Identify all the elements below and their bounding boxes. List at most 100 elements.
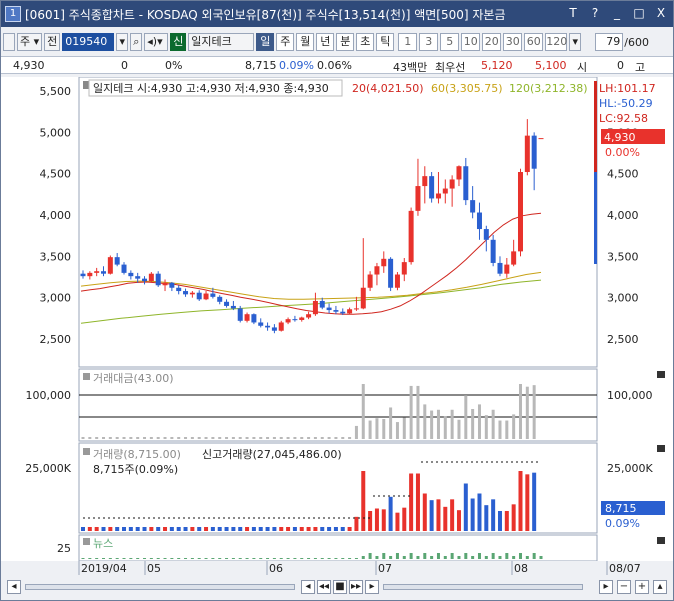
news-bar xyxy=(409,553,413,559)
chart-svg[interactable]: 5,500 5,000 4,500 4,000 3,500 3,000 2,500 5,00… xyxy=(1,76,673,577)
volume-panel-icon[interactable] xyxy=(83,448,90,455)
amount-bar xyxy=(163,437,167,439)
zoom-track[interactable] xyxy=(383,584,583,590)
minimize-icon[interactable]: _ xyxy=(609,5,625,21)
period-month[interactable]: 월 xyxy=(296,33,315,51)
scroll-start-icon[interactable]: ◂ xyxy=(301,580,315,594)
amount-panel-close-icon[interactable] xyxy=(657,371,665,378)
credit-badge: 신 xyxy=(170,33,187,51)
zoom-in-icon[interactable]: + xyxy=(635,580,649,594)
amount-bar xyxy=(354,425,358,439)
close-icon[interactable]: X xyxy=(653,5,669,21)
news-bar xyxy=(354,558,358,559)
volume-bar xyxy=(135,527,140,531)
help-icon[interactable]: ? xyxy=(587,5,603,21)
scroll-track[interactable] xyxy=(25,584,295,590)
news-bar xyxy=(484,556,488,559)
sound-icon[interactable]: ◂)▾ xyxy=(144,33,169,51)
news-panel-close-icon[interactable] xyxy=(657,537,665,544)
open-value: 0 xyxy=(617,59,624,72)
volume-bar xyxy=(238,527,243,531)
scroll-right-icon[interactable]: ▸ xyxy=(599,580,613,594)
current-price-pct: 0.00% xyxy=(605,146,640,159)
candle-body xyxy=(456,166,462,180)
trade-amount: 43백만 xyxy=(393,61,428,74)
minute-30[interactable]: 30 xyxy=(503,33,523,51)
count-input[interactable]: 79 xyxy=(595,33,624,51)
news-bar xyxy=(532,553,536,559)
text-tool-icon[interactable]: T xyxy=(565,5,581,21)
news-bar xyxy=(402,556,406,559)
candle-body xyxy=(312,300,318,315)
volume-bar xyxy=(204,527,209,531)
minute-20[interactable]: 20 xyxy=(482,33,502,51)
candle-body xyxy=(121,264,127,273)
news-bar xyxy=(115,558,119,559)
amount-bar xyxy=(211,437,215,439)
period-second[interactable]: 초 xyxy=(356,33,375,51)
period-year[interactable]: 년 xyxy=(316,33,335,51)
news-bar xyxy=(197,558,201,559)
amount-bar xyxy=(204,437,208,439)
period-minute[interactable]: 분 xyxy=(336,33,355,51)
candle-body xyxy=(285,319,291,323)
volume-bar xyxy=(436,499,441,531)
period-week[interactable]: 주 xyxy=(276,33,295,51)
candle-body xyxy=(306,314,312,318)
amount-bar xyxy=(416,385,420,439)
minute-5[interactable]: 5 xyxy=(440,33,460,51)
amount-panel-icon[interactable] xyxy=(83,373,90,380)
amount-bar xyxy=(457,419,461,439)
volume-bar xyxy=(409,473,414,531)
hl-bar xyxy=(594,172,597,264)
search-icon[interactable]: ⌕ xyxy=(130,33,143,51)
minute-60[interactable]: 60 xyxy=(524,33,544,51)
volume-panel-close-icon[interactable] xyxy=(657,445,665,452)
volume-bar xyxy=(169,527,174,531)
news-bar xyxy=(122,558,126,559)
volume-bar xyxy=(320,527,325,531)
mode-select[interactable]: 주 ▾ xyxy=(17,33,43,51)
candle-body xyxy=(265,325,271,328)
scroll-left-icon[interactable]: ◂ xyxy=(7,580,21,594)
amount-bar xyxy=(327,437,331,439)
chart-window: 1 [0601] 주식종합차트 - KOSDAQ 외국인보유[87(천)] 주식… xyxy=(0,0,674,601)
volume-bar xyxy=(340,527,345,531)
scroll-prev-icon[interactable]: ◂◂ xyxy=(317,580,331,594)
stock-code-input[interactable]: 019540 xyxy=(62,33,115,51)
chart-area[interactable]: 5,500 5,000 4,500 4,000 3,500 3,000 2,500 5,00… xyxy=(1,76,673,577)
stop-icon[interactable]: ■ xyxy=(333,580,347,594)
dropdown-icon[interactable]: ▾ xyxy=(116,33,129,51)
news-bar xyxy=(163,558,167,559)
amount-bar xyxy=(430,410,434,439)
volume-bar xyxy=(491,499,496,531)
grid-icon[interactable] xyxy=(3,33,15,51)
lh-label: LH:101.17 xyxy=(599,82,656,95)
volume-bar xyxy=(532,472,537,531)
range-button[interactable]: 전 xyxy=(44,33,61,51)
zoom-reset-icon[interactable]: ▴ xyxy=(653,580,667,594)
minute-120[interactable]: 120 xyxy=(545,33,568,51)
period-day[interactable]: 일 xyxy=(256,33,275,51)
price-ytick-left: 3,000 xyxy=(40,292,72,305)
minute-1[interactable]: 1 xyxy=(398,33,418,51)
news-bar xyxy=(341,558,345,559)
candle-body xyxy=(353,308,359,310)
zoom-out-icon[interactable]: − xyxy=(617,580,631,594)
minute-10[interactable]: 10 xyxy=(461,33,481,51)
scroll-next-icon[interactable]: ▸▸ xyxy=(349,580,363,594)
period-tick[interactable]: 틱 xyxy=(376,33,395,51)
volume-tag-pct: 0.09% xyxy=(605,517,640,530)
minute-3[interactable]: 3 xyxy=(419,33,439,51)
stock-name-field[interactable]: 일지테크 xyxy=(188,33,255,51)
volume-bar xyxy=(306,527,311,531)
volume-bar xyxy=(422,493,427,531)
maximize-icon[interactable]: □ xyxy=(631,5,647,21)
scroll-end-icon[interactable]: ▸ xyxy=(365,580,379,594)
price-ytick-right: 3,500 xyxy=(607,250,639,263)
news-panel-icon[interactable] xyxy=(83,538,90,545)
amount-bar xyxy=(300,437,304,439)
minute-dropdown-icon[interactable]: ▾ xyxy=(569,33,582,51)
news-bar xyxy=(307,558,311,559)
candle-body xyxy=(94,271,100,273)
